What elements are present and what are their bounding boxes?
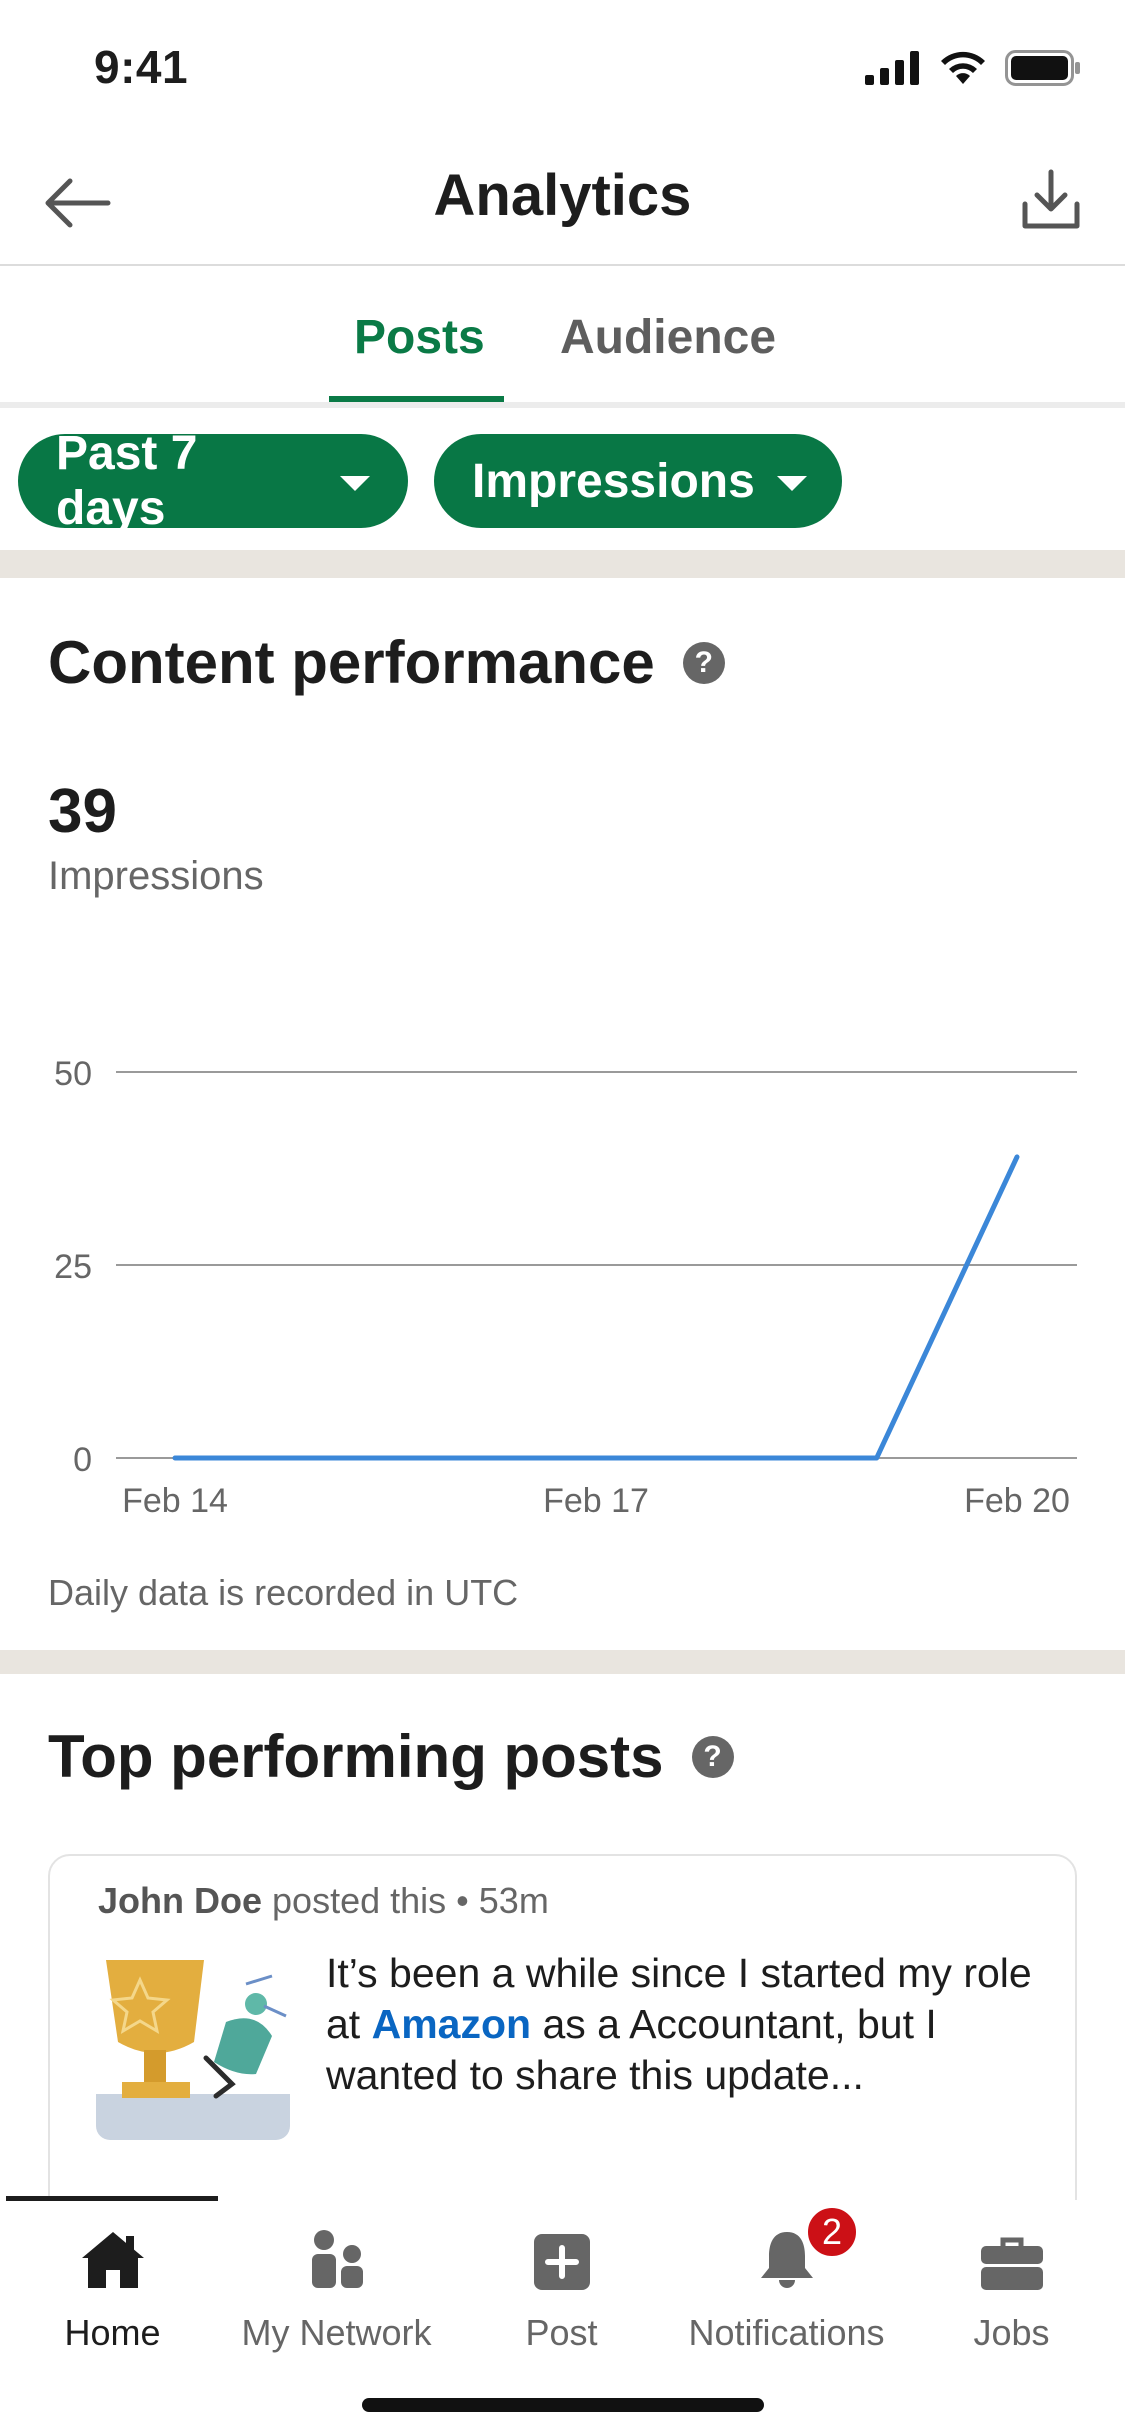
post-thumbnail[interactable] xyxy=(96,1946,290,2140)
nav-my-network[interactable]: My Network xyxy=(224,2210,449,2354)
date-range-filter[interactable]: Past 7 days xyxy=(18,427,408,535)
nav-home-label: Home xyxy=(64,2312,161,2353)
content-performance-heading: Content performance ? xyxy=(48,628,725,697)
nav-post-label: Post xyxy=(525,2312,598,2353)
caret-down-icon xyxy=(776,475,807,491)
nav-post[interactable]: Post xyxy=(449,2210,674,2354)
top-posts-title: Top performing posts xyxy=(48,1723,664,1790)
page-title: Analytics xyxy=(433,163,692,228)
content-performance-title: Content performance xyxy=(48,629,655,696)
x-tick-label: Feb 14 xyxy=(122,1482,228,1520)
notification-badge: 2 xyxy=(804,2204,860,2260)
x-tick-label: Feb 20 xyxy=(964,1482,1070,1520)
y-tick-label: 0 xyxy=(73,1441,92,1479)
wifi-icon xyxy=(941,51,985,84)
tab-audience[interactable]: Audience xyxy=(560,310,776,365)
series-line xyxy=(172,1154,1020,1461)
impressions-chart: 50 25 0 Feb 14 Feb 17 Feb 20 xyxy=(54,1055,1077,1520)
impressions-total: 39 xyxy=(48,777,117,846)
company-link[interactable]: Amazon xyxy=(372,2001,531,2047)
nav-active-indicator xyxy=(6,2196,218,2201)
nav-jobs[interactable]: Jobs xyxy=(899,2210,1124,2354)
section-divider xyxy=(0,1650,1125,1674)
x-tick-label: Feb 17 xyxy=(543,1482,649,1520)
section-divider xyxy=(0,550,1125,578)
nav-home[interactable]: Home xyxy=(0,2210,225,2354)
impressions-label: Impressions xyxy=(48,854,264,898)
y-tick-label: 50 xyxy=(54,1055,92,1093)
battery-icon xyxy=(1005,50,1080,86)
tab-posts[interactable]: Posts xyxy=(354,310,485,365)
post-time: • 53m xyxy=(456,1880,549,1921)
status-bar: 9:41 xyxy=(0,0,1125,140)
metric-filter[interactable]: Impressions xyxy=(434,434,842,528)
help-icon[interactable]: ? xyxy=(691,1735,734,1778)
nav-notifications-label: Notifications xyxy=(688,2312,885,2353)
network-icon xyxy=(311,2230,363,2288)
filter-bar: Past 7 days Impressions xyxy=(0,414,1125,550)
download-icon xyxy=(1022,169,1080,229)
plus-square-icon xyxy=(533,2234,590,2290)
app-header: Analytics xyxy=(0,140,1125,266)
metric-label: Impressions xyxy=(472,454,755,508)
analytics-tabs: Posts Audience xyxy=(0,268,1125,408)
post-text[interactable]: It’s been a while since I started my rol… xyxy=(326,1948,1046,2101)
tab-active-indicator xyxy=(329,396,504,402)
date-range-label: Past 7 days xyxy=(56,427,198,535)
status-time: 9:41 xyxy=(94,41,189,93)
briefcase-icon xyxy=(980,2237,1043,2290)
home-icon xyxy=(81,2232,144,2288)
post-author[interactable]: John Doe xyxy=(98,1880,262,1921)
post-action: posted this xyxy=(272,1880,447,1921)
nav-notifications[interactable]: 2 Notifications xyxy=(674,2204,899,2354)
trophy-illustration xyxy=(96,1960,290,2140)
top-posts-heading: Top performing posts ? xyxy=(48,1722,734,1791)
caret-down-icon xyxy=(340,475,370,491)
download-button[interactable] xyxy=(1011,160,1091,240)
nav-jobs-label: Jobs xyxy=(973,2312,1050,2353)
y-tick-label: 25 xyxy=(54,1248,92,1286)
nav-my-network-label: My Network xyxy=(241,2312,432,2353)
post-meta: John Doe posted this • 53m xyxy=(98,1880,549,1922)
help-icon[interactable]: ? xyxy=(682,641,725,684)
signal-icon xyxy=(865,51,919,85)
chart-note: Daily data is recorded in UTC xyxy=(48,1572,519,1613)
status-icons xyxy=(865,50,1081,86)
home-indicator xyxy=(362,2398,764,2412)
